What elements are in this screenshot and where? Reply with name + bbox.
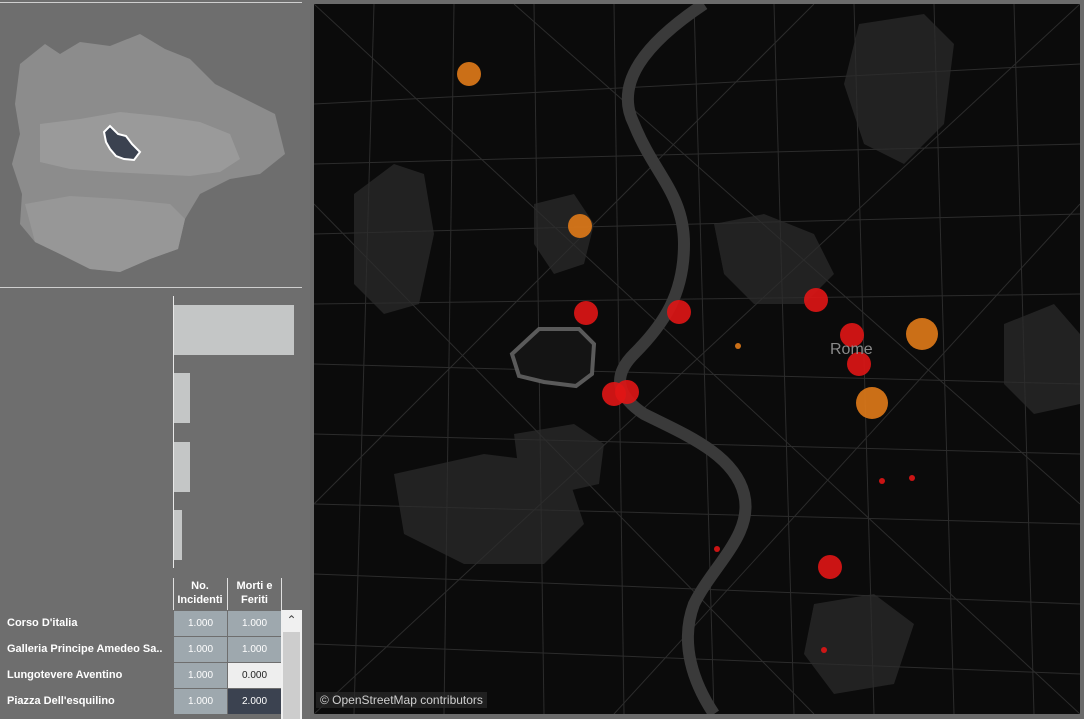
map-attribution[interactable]: © OpenStreetMap contributors [316,692,487,708]
table-cell-incidenti[interactable]: 1.000 [174,689,227,714]
table-row-label[interactable]: Galleria Principe Amedeo Sa.. [7,643,172,655]
table-cell-feriti[interactable]: 2.000 [228,689,281,714]
incident-marker[interactable] [879,478,885,484]
table-scrollbar[interactable]: ⌃ [281,610,302,719]
table-cell-feriti[interactable]: 0.000 [228,663,281,688]
region-minimap[interactable] [0,4,302,286]
divider [0,287,302,288]
bar[interactable] [174,510,182,560]
bar[interactable] [174,373,190,423]
divider [0,2,302,3]
incident-marker[interactable] [457,62,481,86]
table-row-label[interactable]: Corso D'italia [7,617,172,629]
region-south [25,196,185,272]
header-incidenti: No. Incidenti [177,580,223,606]
table-cell-feriti[interactable]: 1.000 [228,637,281,662]
table-cell-incidenti[interactable]: 1.000 [174,663,227,688]
scroll-thumb[interactable] [283,632,300,719]
incident-marker[interactable] [909,475,915,481]
incident-marker[interactable] [574,301,598,325]
incident-marker[interactable] [821,647,827,653]
table-cell-incidenti[interactable]: 1.000 [174,637,227,662]
incident-marker[interactable] [568,214,592,238]
incident-marker[interactable] [818,555,842,579]
incident-marker[interactable] [667,300,691,324]
incident-marker[interactable] [856,387,888,419]
header-separator [281,578,282,610]
table-cell-feriti[interactable]: 1.000 [228,611,281,636]
incident-marker[interactable] [714,546,720,552]
incident-marker[interactable] [804,288,828,312]
map-canvas[interactable] [314,4,1080,714]
scroll-up-arrow-icon[interactable]: ⌃ [281,610,302,630]
table-row-label[interactable]: Piazza Dell'esquilino [7,695,172,707]
table-cell-incidenti[interactable]: 1.000 [174,611,227,636]
city-label-rome: Rome [830,341,873,358]
header-feriti: Morti e Feriti [236,580,273,606]
bar[interactable] [174,305,294,355]
bar[interactable] [174,442,190,492]
table-row-label[interactable]: Lungotevere Aventino [7,669,172,681]
incident-marker[interactable] [615,380,639,404]
map-view[interactable]: Rome [314,4,1080,714]
incident-marker[interactable] [906,318,938,350]
incident-marker[interactable] [735,343,741,349]
